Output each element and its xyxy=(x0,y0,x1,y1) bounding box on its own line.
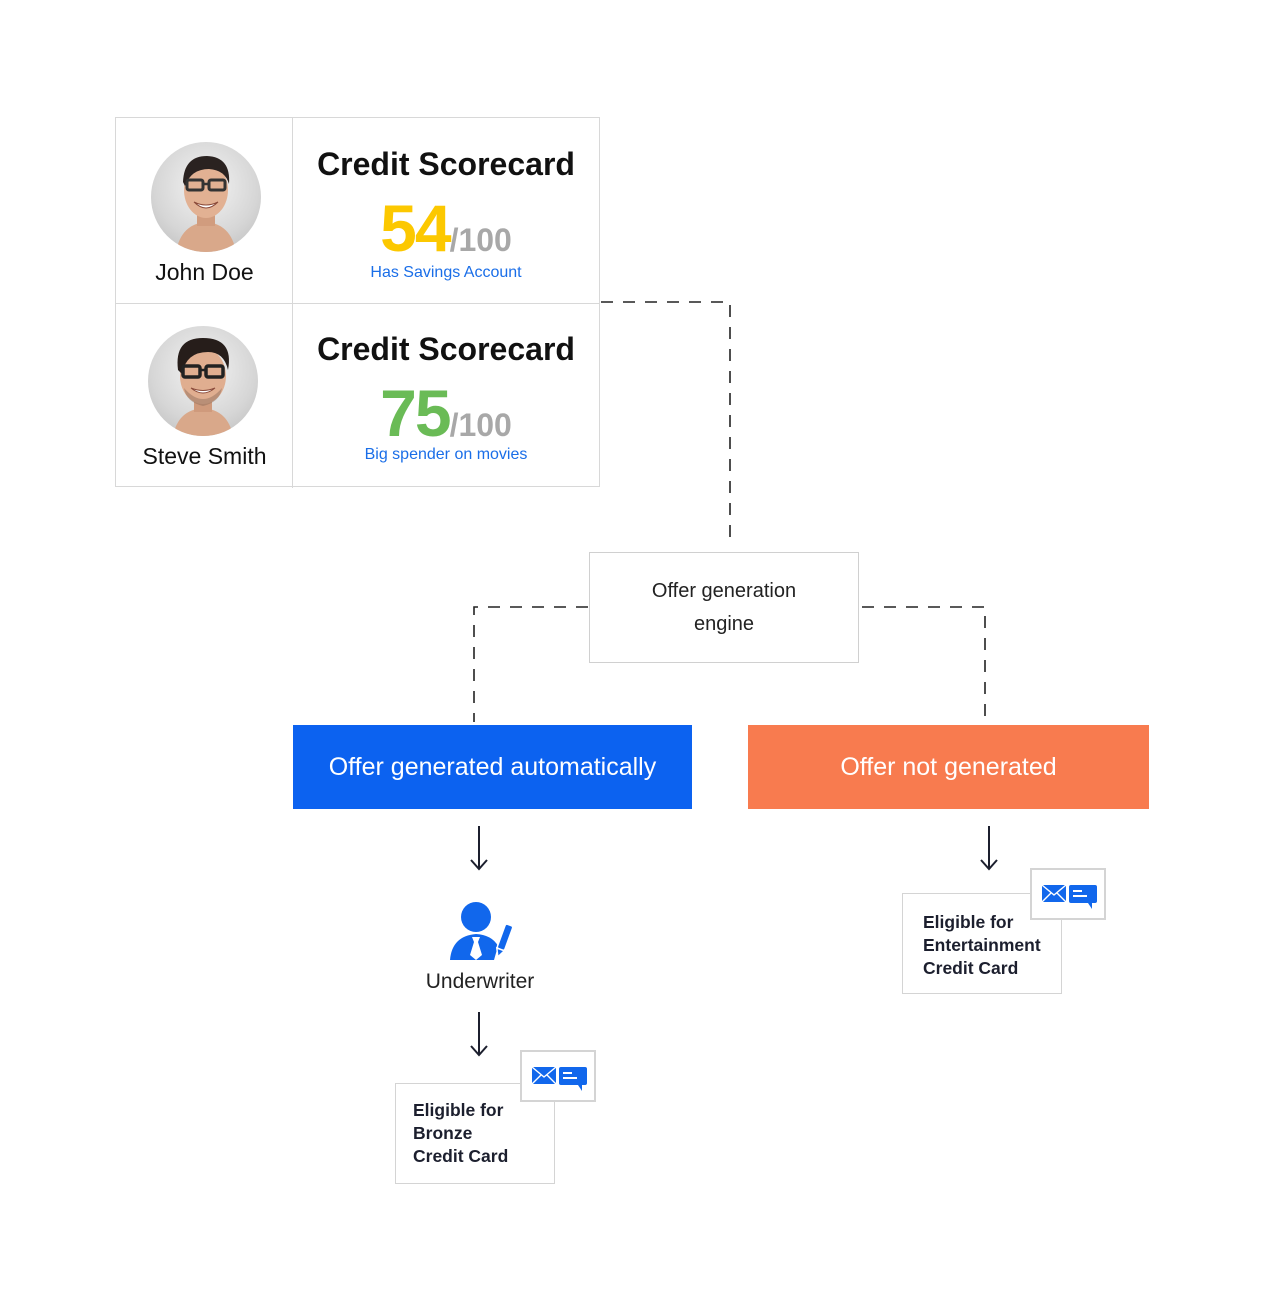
scorecard-to-engine-connector xyxy=(601,301,731,545)
customer-name: John Doe xyxy=(155,259,254,285)
eligibility-line: Eligible for xyxy=(413,1100,504,1120)
offer-not-generated-box: Offer not generated xyxy=(748,725,1149,809)
eligibility-text: Eligible for Entertainment Credit Card xyxy=(923,911,1041,980)
eligibility-line: Eligible for xyxy=(923,912,1014,932)
outcome-label: Offer not generated xyxy=(840,752,1057,781)
down-arrow-icon xyxy=(470,1012,488,1057)
person-photo-icon xyxy=(173,338,233,436)
scorecard-cell: Credit Scorecard 54/100 Has Savings Acco… xyxy=(293,118,599,303)
eligibility-line: Credit Card xyxy=(923,958,1019,978)
outcome-label: Offer generated automatically xyxy=(328,752,657,781)
avatar xyxy=(148,326,258,436)
score-value: 75/100 xyxy=(293,375,599,451)
engine-label: Offer generation engine xyxy=(651,579,797,635)
customer-row: Steve Smith Credit Scorecard 75/100 Big … xyxy=(116,303,599,488)
envelope-chat-icon xyxy=(1042,884,1097,909)
offer-generated-automatically-box: Offer generated automatically xyxy=(293,725,692,809)
underwriter-label: Underwriter xyxy=(425,970,535,993)
envelope-icon xyxy=(1042,884,1067,903)
down-arrow-icon xyxy=(470,826,488,871)
score-number: 75 xyxy=(380,376,451,450)
score-max: /100 xyxy=(449,407,512,443)
chat-bubble-icon xyxy=(1069,885,1097,909)
engine-to-auto-connector xyxy=(473,606,588,722)
message-icons-badge xyxy=(520,1050,596,1102)
person-photo-icon xyxy=(176,156,236,252)
customer-cell: John Doe xyxy=(116,118,293,303)
eligibility-line: Bronze xyxy=(413,1123,473,1143)
envelope-chat-icon xyxy=(532,1066,587,1091)
eligibility-text: Eligible for Bronze Credit Card xyxy=(413,1099,508,1168)
customer-cell: Steve Smith xyxy=(116,303,293,488)
underwriter-icon xyxy=(450,902,512,960)
envelope-icon xyxy=(532,1066,557,1085)
message-icons-badge xyxy=(1030,868,1106,920)
customer-row: John Doe Credit Scorecard 54/100 Has Sav… xyxy=(116,118,599,304)
eligibility-line: Credit Card xyxy=(413,1146,509,1166)
scorecard-title: Credit Scorecard xyxy=(317,331,575,367)
avatar xyxy=(151,142,261,252)
score-max: /100 xyxy=(449,222,512,258)
score-note: Has Savings Account xyxy=(370,264,522,281)
score-note: Big spender on movies xyxy=(364,446,528,463)
engine-to-none-connector xyxy=(862,606,986,722)
eligibility-line: Entertainment xyxy=(923,935,1041,955)
chat-bubble-icon xyxy=(559,1067,587,1091)
score-value: 54/100 xyxy=(293,190,599,266)
credit-scorecard-table: John Doe Credit Scorecard 54/100 Has Sav… xyxy=(115,117,600,488)
offer-generation-engine-box: Offer generation engine xyxy=(589,552,859,663)
down-arrow-icon xyxy=(980,826,998,871)
customer-name: Steve Smith xyxy=(142,443,267,469)
scorecard-cell: Credit Scorecard 75/100 Big spender on m… xyxy=(293,303,599,488)
scorecard-title: Credit Scorecard xyxy=(317,146,575,182)
score-number: 54 xyxy=(380,191,451,265)
